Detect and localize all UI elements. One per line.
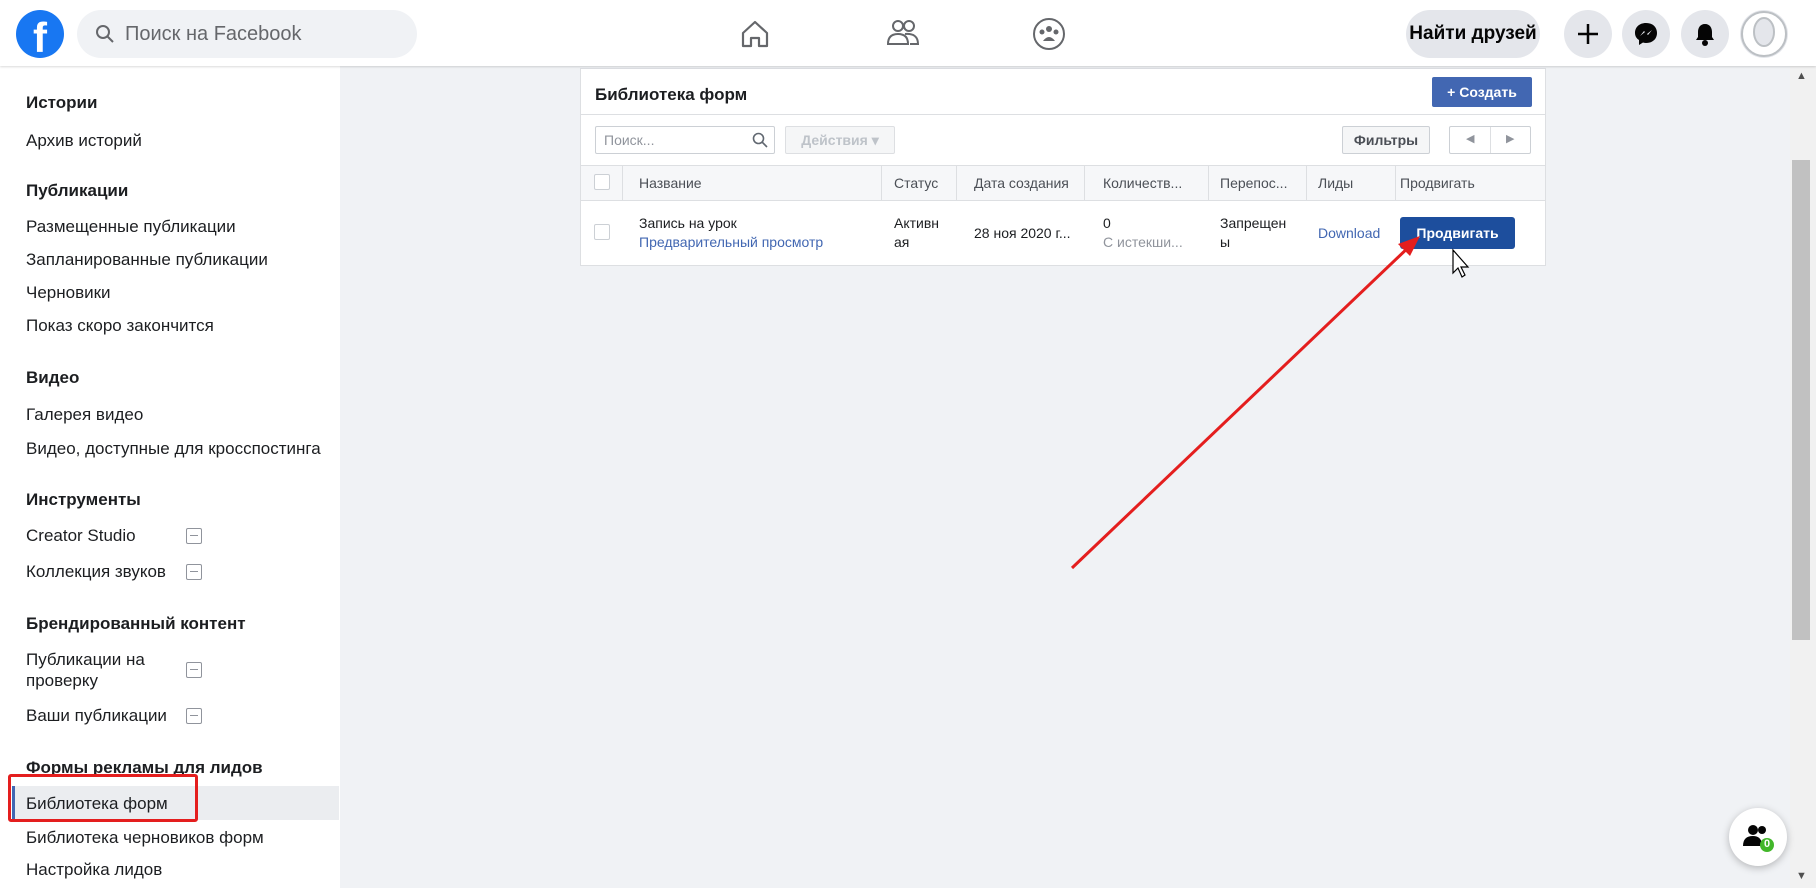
external-link-icon <box>186 662 202 678</box>
plus-icon <box>1578 24 1598 44</box>
scroll-down-icon[interactable]: ▼ <box>1796 870 1807 882</box>
column-separator <box>1084 166 1085 200</box>
column-separator <box>1395 166 1396 200</box>
next-page-icon[interactable]: ▶ <box>1506 132 1514 145</box>
status-line-1: Активн <box>894 215 940 231</box>
status-line-2: ая <box>894 234 910 250</box>
search-icon <box>96 25 114 43</box>
column-separator <box>956 166 957 200</box>
form-name: Запись на урок <box>639 215 737 231</box>
groups-icon[interactable] <box>1029 14 1069 54</box>
row-checkbox[interactable] <box>594 224 610 240</box>
sidebar-item-draft-forms-library[interactable]: Библиотека черновиков форм <box>26 828 264 848</box>
sidebar-item-drafts[interactable]: Черновики <box>26 283 111 303</box>
messenger-icon <box>1635 23 1657 45</box>
sidebar-section-tools: Инструменты <box>26 490 141 509</box>
promote-button[interactable]: Продвигать <box>1400 217 1515 249</box>
divider <box>1490 127 1491 153</box>
search-placeholder: Поиск... <box>604 132 655 148</box>
created-date: 28 ноя 2020 г... <box>974 225 1071 241</box>
sidebar-section-publications: Публикации <box>26 181 129 200</box>
search-placeholder: Поиск на Facebook <box>125 23 302 45</box>
annotation-arrow <box>1070 242 1414 570</box>
forms-library-panel: Библиотека форм + Создать Поиск... Дейст… <box>580 68 1546 266</box>
avatar-icon <box>1741 11 1787 57</box>
sidebar-item-video-gallery[interactable]: Галерея видео <box>26 405 143 425</box>
column-created[interactable]: Дата создания <box>974 175 1069 191</box>
column-separator <box>1306 166 1307 200</box>
contacts-floating-button[interactable]: 0 <box>1729 808 1787 866</box>
lead-count: 0 <box>1103 215 1111 231</box>
column-status[interactable]: Статус <box>894 175 938 191</box>
sidebar-item-crossposting-videos[interactable]: Видео, доступные для кросспостинга <box>26 439 321 459</box>
sidebar-section-stories: Истории <box>26 93 98 112</box>
column-separator <box>881 166 882 200</box>
notifications-button[interactable] <box>1681 10 1729 58</box>
find-friends-button[interactable]: Найти друзей <box>1406 10 1540 58</box>
friends-icon[interactable] <box>883 14 923 54</box>
sidebar-item-lead-settings[interactable]: Настройка лидов <box>26 860 162 880</box>
repost-line-1: Запрещен <box>1220 215 1287 231</box>
sidebar-item-creator-studio[interactable]: Creator Studio <box>26 526 136 546</box>
select-all-checkbox[interactable] <box>594 174 610 190</box>
top-navigation-bar: f Поиск на Facebook Найти друзей <box>0 0 1816 66</box>
column-separator <box>1208 166 1209 200</box>
sidebar-item-sound-collection[interactable]: Коллекция звуков <box>26 562 166 582</box>
filters-button[interactable]: Фильтры <box>1342 126 1430 154</box>
sidebar-section-video: Видео <box>26 368 80 387</box>
sidebar-item-scheduled-posts[interactable]: Запланированные публикации <box>26 250 268 270</box>
column-repost[interactable]: Перепос... <box>1220 175 1287 191</box>
actions-dropdown[interactable]: Действия ▾ <box>785 126 895 154</box>
search-icon <box>752 132 768 148</box>
download-leads-link[interactable]: Download <box>1318 224 1380 242</box>
home-icon[interactable] <box>735 14 775 54</box>
lead-count-sub: С истекши... <box>1103 234 1183 250</box>
prev-page-icon[interactable]: ◀ <box>1466 132 1474 145</box>
bell-icon <box>1696 24 1714 46</box>
panel-title: Библиотека форм <box>595 85 748 104</box>
sidebar-item-story-archive[interactable]: Архив историй <box>26 131 142 151</box>
scrollbar-thumb[interactable] <box>1792 160 1810 640</box>
people-icon <box>1743 825 1774 852</box>
pagination: ◀ ▶ <box>1449 126 1531 154</box>
table-header: Название Статус Дата создания Количеств.… <box>581 165 1545 201</box>
annotation-highlight-box <box>8 774 198 822</box>
divider <box>581 114 1545 115</box>
create-button[interactable] <box>1564 10 1612 58</box>
avatar[interactable] <box>1740 10 1788 58</box>
scroll-up-icon[interactable]: ▲ <box>1796 70 1807 82</box>
column-promote[interactable]: Продвигать <box>1400 175 1475 191</box>
column-count[interactable]: Количеств... <box>1103 175 1182 191</box>
create-form-button[interactable]: + Создать <box>1432 77 1532 107</box>
column-name[interactable]: Название <box>639 175 702 191</box>
online-count-badge: 0 <box>1764 838 1771 850</box>
forms-search-input[interactable]: Поиск... <box>595 126 775 154</box>
column-leads[interactable]: Лиды <box>1318 175 1353 191</box>
external-link-icon <box>186 528 202 544</box>
facebook-logo[interactable]: f <box>16 10 64 61</box>
sidebar-item-your-posts[interactable]: Ваши публикации <box>26 706 167 726</box>
sidebar-section-branded-content: Брендированный контент <box>26 614 246 633</box>
repost-line-2: ы <box>1220 234 1231 250</box>
search-field[interactable]: Поиск на Facebook <box>77 10 417 58</box>
sidebar-item-posts-for-review[interactable]: Публикации на проверку <box>26 649 166 691</box>
preview-link[interactable]: Предварительный просмотр <box>639 233 823 251</box>
external-link-icon <box>186 564 202 580</box>
sidebar-item-expiring-soon[interactable]: Показ скоро закончится <box>26 316 214 336</box>
external-link-icon <box>186 708 202 724</box>
sidebar-item-published-posts[interactable]: Размещенные публикации <box>26 217 236 237</box>
messenger-button[interactable] <box>1622 10 1670 58</box>
column-separator <box>622 166 623 200</box>
